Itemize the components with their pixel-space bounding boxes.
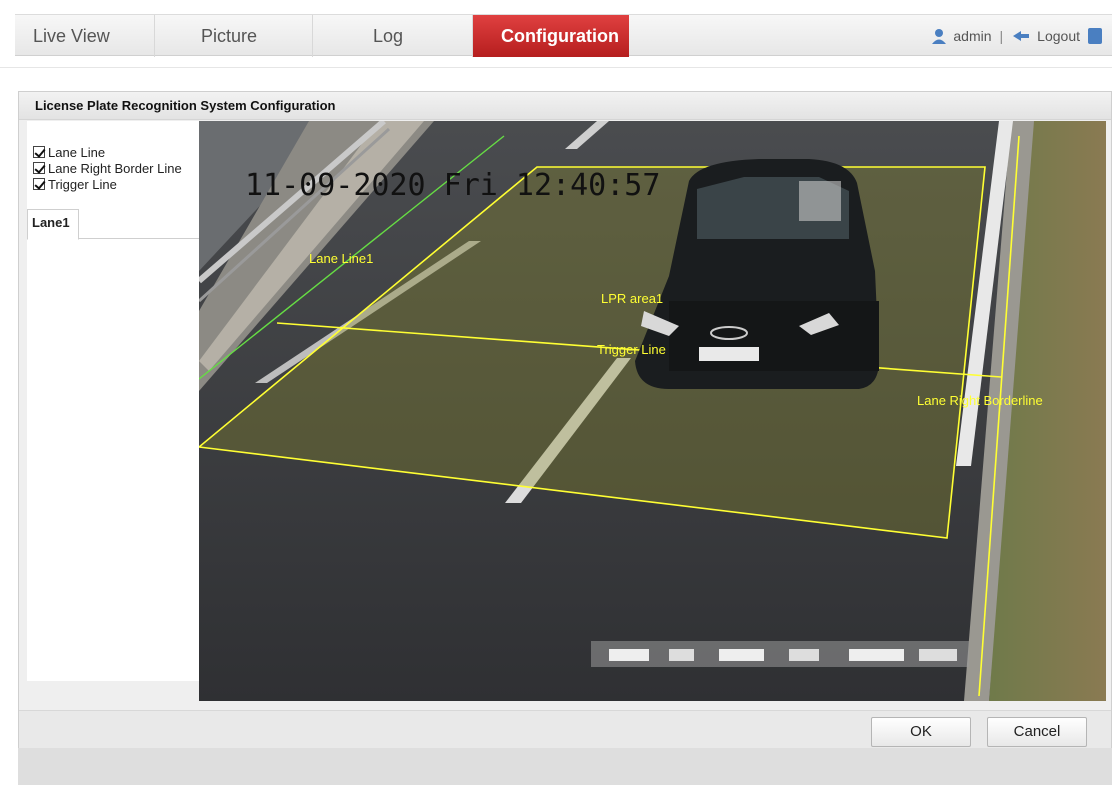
- option-lane-right-border[interactable]: Lane Right Border Line: [33, 161, 182, 176]
- trigger-line-label: Trigger Line: [48, 177, 117, 192]
- top-navigation: Live View Picture Log Configuration admi…: [0, 0, 1112, 68]
- tab-lane1[interactable]: Lane1: [27, 209, 79, 240]
- options-panel: Lane Line Lane Right Border Line Trigger…: [27, 121, 199, 681]
- lane-line-checkbox[interactable]: [33, 146, 45, 158]
- logout-icon[interactable]: [1011, 17, 1031, 41]
- lane-line-tag: Lane Line1: [309, 251, 373, 266]
- separator: |: [999, 28, 1004, 44]
- right-border-tag: Lane Right Borderline: [917, 393, 1043, 408]
- cancel-button[interactable]: Cancel: [987, 717, 1087, 747]
- ok-button[interactable]: OK: [871, 717, 971, 747]
- lpr-area-tag: LPR area1: [601, 291, 663, 306]
- lane-right-border-label: Lane Right Border Line: [48, 161, 182, 176]
- lane-line-label: Lane Line: [48, 145, 106, 160]
- camera-video-view[interactable]: 11-09-2020 Fri 12:40:57 Lane Line1 LPR a…: [199, 121, 1106, 701]
- tab-configuration[interactable]: Configuration: [473, 15, 629, 57]
- help-icon[interactable]: [1088, 28, 1102, 44]
- user-icon: [931, 18, 947, 44]
- lane-tab-bar: Lane1: [27, 209, 199, 240]
- tab-live-view[interactable]: Live View: [15, 15, 155, 57]
- dialog-title: License Plate Recognition System Configu…: [19, 92, 1111, 120]
- lpr-config-dialog: License Plate Recognition System Configu…: [18, 91, 1112, 748]
- user-area: admin | Logout: [931, 15, 1102, 57]
- tab-picture[interactable]: Picture: [155, 15, 313, 57]
- option-trigger-line[interactable]: Trigger Line: [33, 177, 117, 192]
- logout-link[interactable]: Logout: [1037, 28, 1080, 44]
- trigger-line-tag: Trigger Line: [597, 342, 666, 357]
- username: admin: [953, 28, 992, 44]
- trigger-line-checkbox[interactable]: [33, 178, 45, 190]
- dialog-footer: OK Cancel: [19, 710, 1111, 748]
- video-scene: 11-09-2020 Fri 12:40:57 Lane Line1 LPR a…: [199, 121, 1106, 701]
- lane-right-border-checkbox[interactable]: [33, 162, 45, 174]
- nav-strip: Live View Picture Log Configuration admi…: [15, 14, 1112, 57]
- video-timestamp: 11-09-2020 Fri 12:40:57: [245, 168, 660, 203]
- bottom-strip: [18, 748, 1112, 785]
- tab-log[interactable]: Log: [313, 15, 473, 57]
- option-lane-line[interactable]: Lane Line: [33, 145, 105, 160]
